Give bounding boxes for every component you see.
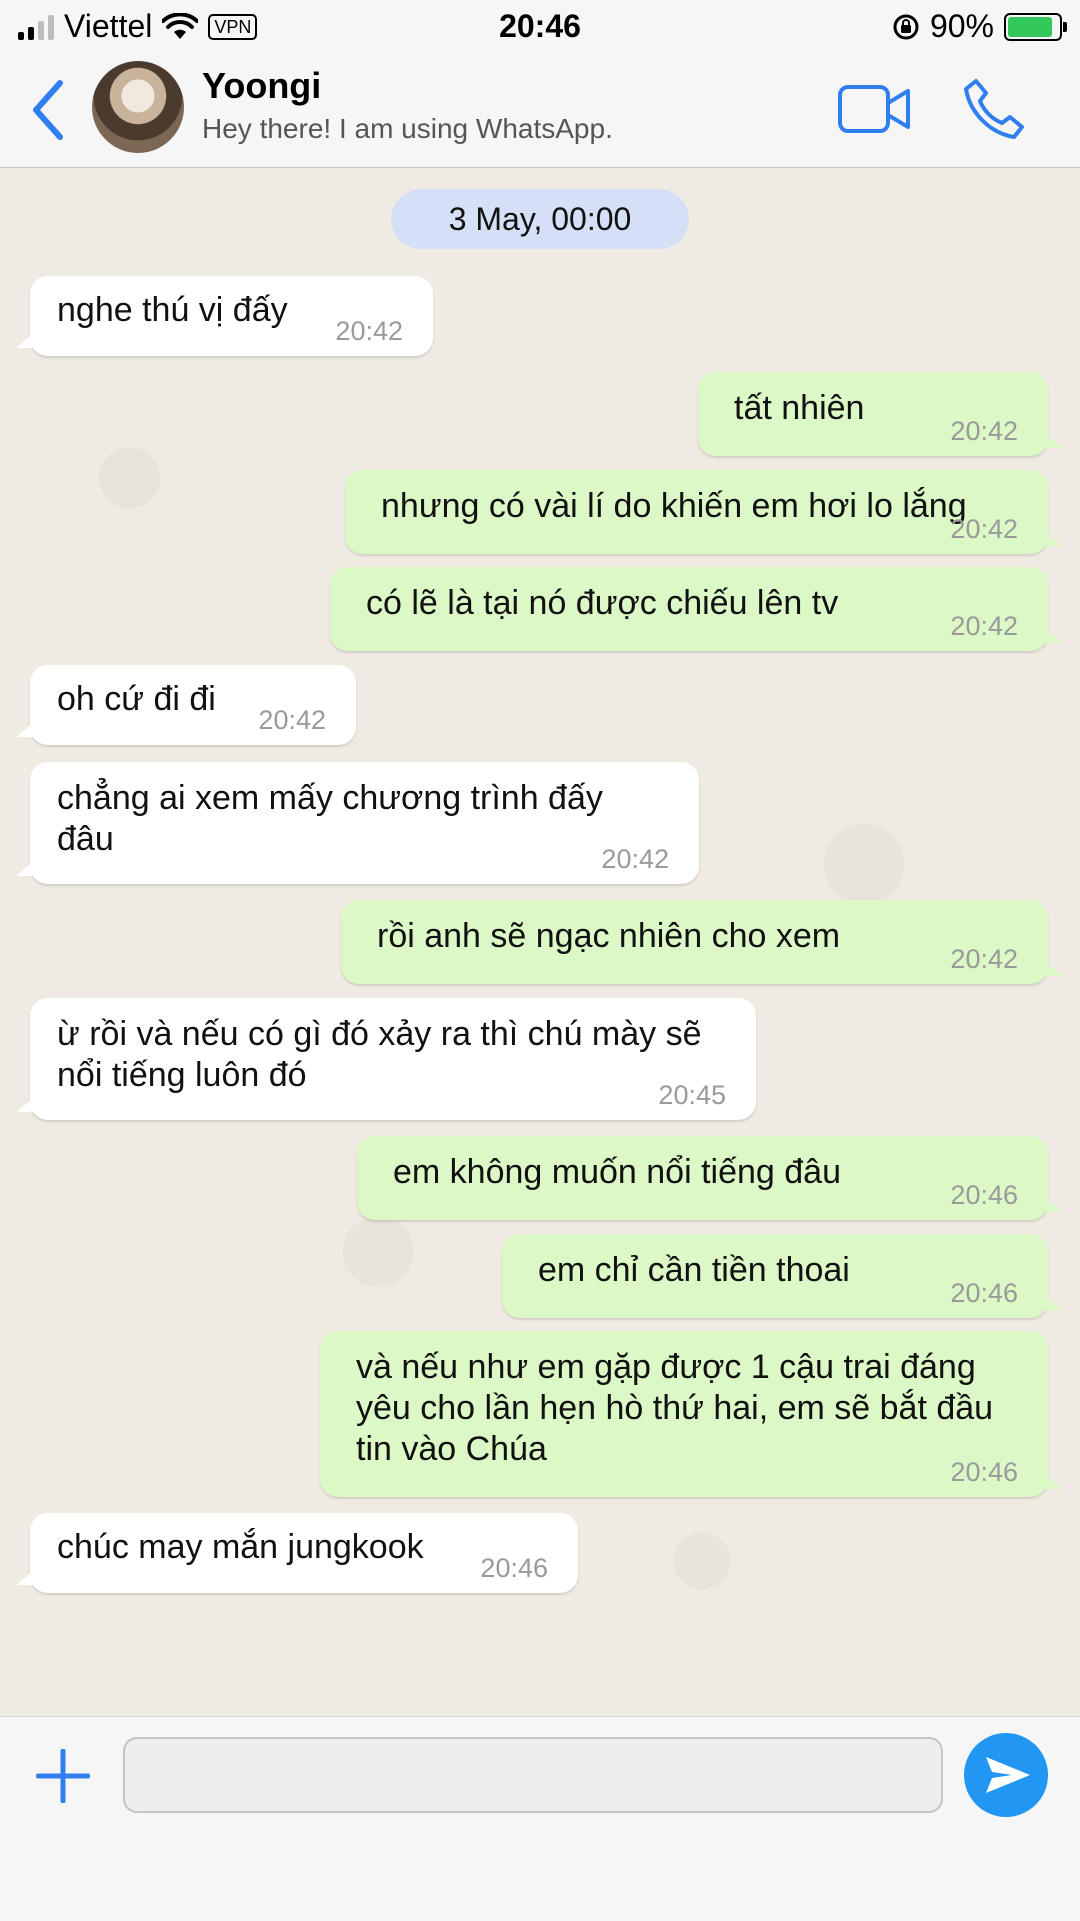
phone-call-icon[interactable]	[962, 77, 1024, 141]
message-text: chẳng ai xem mấy chương trình đấy đâu	[57, 779, 603, 858]
message-text: có lẽ là tại nó được chiếu lên tv	[366, 584, 839, 622]
message-bubble-outgoing[interactable]: rồi anh sẽ ngạc nhiên cho xem 20:42	[341, 900, 1062, 984]
message-time: 20:42	[950, 611, 1018, 641]
message-text: nhưng có vài lí do khiến em hơi lo lắng	[381, 487, 967, 525]
message-bubble-incoming[interactable]: nghe thú vị đấy 20:42	[16, 276, 433, 356]
message-time: 20:46	[950, 1278, 1018, 1308]
message-text: em không muốn nổi tiếng đâu	[393, 1153, 841, 1191]
message-text: chúc may mắn jungkook	[57, 1528, 424, 1566]
message-text: và nếu như em gặp được 1 cậu trai đáng y…	[356, 1348, 994, 1468]
message-time: 20:42	[950, 944, 1018, 974]
chat-header: Yoongi Hey there! I am using WhatsApp.	[0, 55, 1080, 168]
message-time: 20:42	[950, 514, 1018, 544]
back-chevron-icon[interactable]	[28, 77, 68, 143]
message-bubble-outgoing[interactable]: em không muốn nổi tiếng đâu 20:46	[357, 1136, 1062, 1220]
date-separator: 3 May, 00:00	[391, 189, 689, 249]
message-text: rồi anh sẽ ngạc nhiên cho xem	[377, 917, 841, 955]
message-time: 20:42	[335, 316, 403, 346]
message-time: 20:46	[950, 1180, 1018, 1210]
message-text: em chỉ cần tiền thoai	[538, 1251, 850, 1289]
battery-percent: 90%	[929, 8, 994, 44]
plus-icon[interactable]	[36, 1749, 90, 1803]
message-bubble-outgoing[interactable]: có lẽ là tại nó được chiếu lên tv 20:42	[330, 567, 1062, 651]
message-text: ừ rồi và nếu có gì đó xảy ra thì chú mày…	[57, 1015, 702, 1094]
message-time: 20:42	[601, 844, 669, 874]
chat-area[interactable]: 3 May, 00:00 nghe thú vị đấy 20:42 tất n…	[0, 168, 1080, 1716]
message-bubble-incoming[interactable]: oh cứ đi đi 20:42	[16, 665, 356, 745]
message-time: 20:46	[480, 1553, 548, 1583]
message-bubble-incoming[interactable]: ừ rồi và nếu có gì đó xảy ra thì chú mày…	[16, 998, 756, 1120]
status-bar: Viettel VPN 20:46 90%	[0, 0, 1080, 55]
message-text: tất nhiên	[734, 389, 865, 427]
contact-status: Hey there! I am using WhatsApp.	[202, 113, 613, 144]
message-bubble-outgoing[interactable]: tất nhiên 20:42	[698, 372, 1062, 456]
message-input[interactable]	[123, 1737, 943, 1813]
message-bubble-outgoing[interactable]: em chỉ cần tiền thoai 20:46	[502, 1234, 1062, 1318]
rotation-lock-icon	[893, 14, 919, 39]
message-time: 20:46	[950, 1457, 1018, 1487]
send-button[interactable]	[964, 1733, 1048, 1817]
message-time: 20:42	[258, 705, 326, 735]
message-text: oh cứ đi đi	[57, 680, 216, 718]
video-call-icon[interactable]	[838, 83, 910, 135]
message-bubble-outgoing[interactable]: nhưng có vài lí do khiến em hơi lo lắng …	[345, 470, 1062, 554]
input-bar	[0, 1716, 1080, 1921]
message-time: 20:42	[950, 416, 1018, 446]
message-bubble-incoming[interactable]: chẳng ai xem mấy chương trình đấy đâu 20…	[16, 762, 699, 884]
message-text: nghe thú vị đấy	[57, 291, 288, 329]
battery-icon	[1004, 12, 1067, 41]
message-bubble-incoming[interactable]: chúc may mắn jungkook 20:46	[16, 1513, 578, 1593]
message-bubble-outgoing[interactable]: và nếu như em gặp được 1 cậu trai đáng y…	[320, 1331, 1062, 1497]
contact-name[interactable]: Yoongi	[202, 65, 321, 107]
avatar[interactable]	[92, 61, 184, 153]
send-arrow-icon	[986, 1757, 1030, 1793]
message-time: 20:45	[658, 1080, 726, 1110]
